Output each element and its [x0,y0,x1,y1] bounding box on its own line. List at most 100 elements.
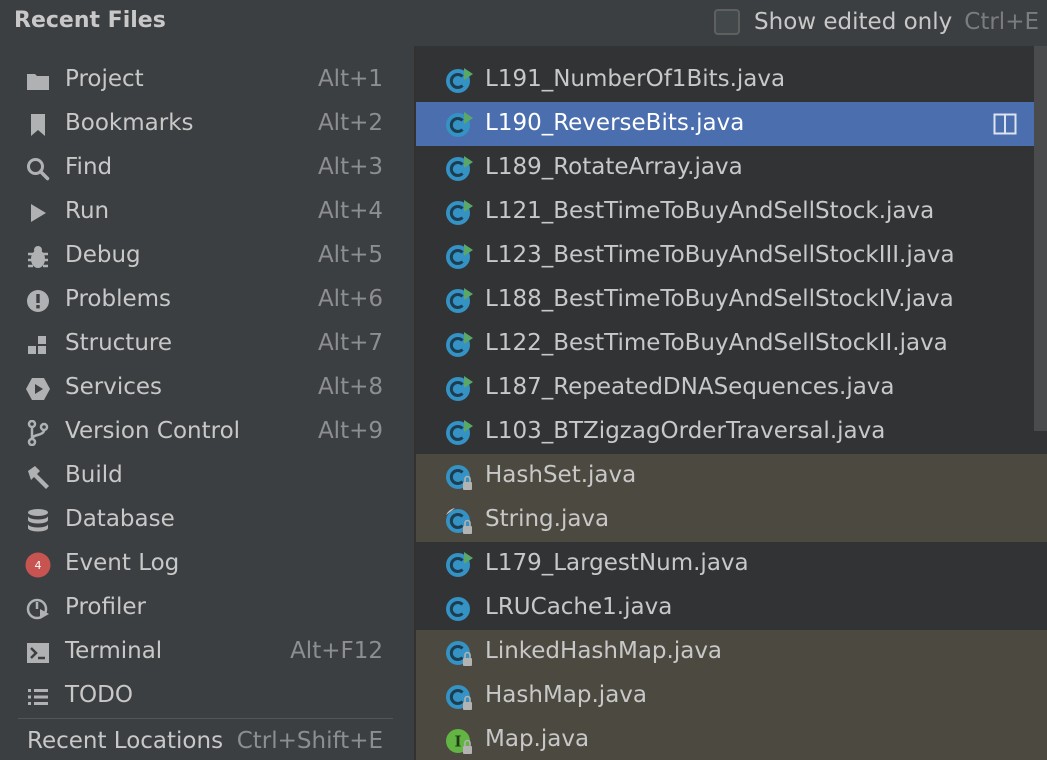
tool-window-item-todo[interactable]: TODO [0,674,414,718]
tool-window-label: TODO [65,682,133,708]
recent-file-row[interactable]: String.java [416,498,1047,542]
recent-file-row[interactable]: L187_RepeatedDNASequences.java [416,366,1047,410]
tool-window-shortcut: Alt+3 [317,154,383,180]
recent-file-row[interactable]: I Map.java [416,718,1047,760]
show-edited-only-checkbox[interactable] [714,9,741,35]
file-name: HashMap.java [485,682,647,708]
tool-window-label: Event Log [65,550,180,576]
file-name: LRUCache1.java [485,594,673,620]
file-name: L122_BestTimeToBuyAndSellStockII.java [485,330,948,356]
tool-window-label: Version Control [65,418,241,444]
recent-file-row[interactable]: L190_ReverseBits.java [416,102,1047,146]
java-class-icon [444,242,474,272]
file-name: String.java [485,506,610,532]
popup-title: Recent Files [14,8,166,33]
tool-window-item-run[interactable]: Run Alt+4 [0,190,414,234]
hammer-icon [24,463,51,490]
profiler-icon [24,595,51,622]
java-class-icon [444,638,474,668]
file-name: L190_ReverseBits.java [485,110,745,136]
java-class-icon [444,418,474,448]
file-name: L191_NumberOf1Bits.java [485,66,786,92]
java-class-icon [444,286,474,316]
recent-file-row[interactable]: L179_LargestNum.java [416,542,1047,586]
tool-window-shortcut: Alt+6 [317,286,383,312]
recent-file-row[interactable]: HashSet.java [416,454,1047,498]
tool-window-item-find[interactable]: Find Alt+3 [0,146,414,190]
java-interface-icon: I [444,726,474,756]
tool-window-label: Problems [65,286,172,312]
tool-window-item-profiler[interactable]: Profiler [0,586,414,630]
tool-window-item-services[interactable]: Services Alt+8 [0,366,414,410]
open-in-split-icon[interactable] [993,112,1017,136]
recent-file-row[interactable]: L123_BestTimeToBuyAndSellStockIII.java [416,234,1047,278]
tool-window-item-terminal[interactable]: Terminal Alt+F12 [0,630,414,674]
tool-window-item-bookmarks[interactable]: Bookmarks Alt+2 [0,102,414,146]
java-class-icon [444,374,474,404]
recent-locations-shortcut: Ctrl+Shift+E [236,728,383,754]
recent-locations-link[interactable]: Recent Locations [27,728,223,754]
file-name: L188_BestTimeToBuyAndSellStockIV.java [485,286,954,312]
tool-window-item-version-control[interactable]: Version Control Alt+9 [0,410,414,454]
file-name: HashSet.java [485,462,637,488]
tool-window-item-problems[interactable]: Problems Alt+6 [0,278,414,322]
file-name: Map.java [485,726,590,752]
file-name: L179_LargestNum.java [485,550,749,576]
recent-file-row[interactable]: L121_BestTimeToBuyAndSellStock.java [416,190,1047,234]
recent-file-row[interactable]: L191_NumberOf1Bits.java [416,58,1047,102]
tool-window-item-build[interactable]: Build [0,454,414,498]
tool-window-shortcut: Alt+4 [317,198,383,224]
tool-window-item-project[interactable]: Project Alt+1 [0,58,414,102]
scrollbar[interactable] [1034,46,1047,431]
tool-window-item-structure[interactable]: Structure Alt+7 [0,322,414,366]
tool-window-shortcut: Alt+9 [317,418,383,444]
tool-window-item-debug[interactable]: Debug Alt+5 [0,234,414,278]
file-name: LinkedHashMap.java [485,638,723,664]
play-icon [24,199,51,226]
file-name: L121_BestTimeToBuyAndSellStock.java [485,198,935,224]
file-name: L123_BestTimeToBuyAndSellStockIII.java [485,242,955,268]
java-class-icon [444,594,474,624]
tool-window-label: Structure [65,330,172,356]
recent-file-row[interactable]: L189_RotateArray.java [416,146,1047,190]
file-name: L187_RepeatedDNASequences.java [485,374,895,400]
java-class-icon [444,66,474,96]
show-edited-only-label[interactable]: Show edited only [754,9,952,35]
file-list-top-strip [416,46,1047,58]
java-class-icon [444,550,474,580]
file-name: L103_BTZigzagOrderTraversal.java [485,418,886,444]
tool-window-shortcut: Alt+7 [317,330,383,356]
bookmark-icon [24,111,51,138]
tool-window-shortcut: Alt+2 [317,110,383,136]
tool-window-label: Project [65,66,144,92]
tool-window-label: Build [65,462,123,488]
search-icon [24,155,51,182]
show-edited-only-option[interactable]: Show edited only Ctrl+E [714,7,1039,37]
tool-window-item-database[interactable]: Database [0,498,414,542]
recent-file-row[interactable]: LinkedHashMap.java [416,630,1047,674]
tool-window-label: Run [65,198,110,224]
recent-file-row[interactable]: L103_BTZigzagOrderTraversal.java [416,410,1047,454]
recent-files-list: L191_NumberOf1Bits.java L190_ReverseBits.… [416,58,1047,760]
tool-window-label: Services [65,374,162,400]
terminal-icon [24,639,51,666]
recent-file-row[interactable]: HashMap.java [416,674,1047,718]
tool-window-label: Find [65,154,113,180]
tool-window-label: Database [65,506,175,532]
tool-window-label: Terminal [65,638,163,664]
recent-file-row[interactable]: L188_BestTimeToBuyAndSellStockIV.java [416,278,1047,322]
list-icon [24,683,51,710]
recent-file-row[interactable]: L122_BestTimeToBuyAndSellStockII.java [416,322,1047,366]
java-class-icon [444,682,474,712]
structure-icon [24,331,51,358]
tool-window-label: Profiler [65,594,146,620]
tool-window-shortcut: Alt+8 [317,374,383,400]
exclamation-icon [24,287,51,314]
tool-window-label: Debug [65,242,141,268]
tool-window-shortcut: Alt+F12 [290,638,383,664]
tool-window-list: Project Alt+1 Bookmarks Alt+2 Find Alt+3 Run Al… [0,46,414,760]
recent-file-row[interactable]: LRUCache1.java [416,586,1047,630]
branch-icon [24,419,51,446]
tool-window-item-event-log[interactable]: 4 Event Log [0,542,414,586]
database-icon [24,507,51,534]
